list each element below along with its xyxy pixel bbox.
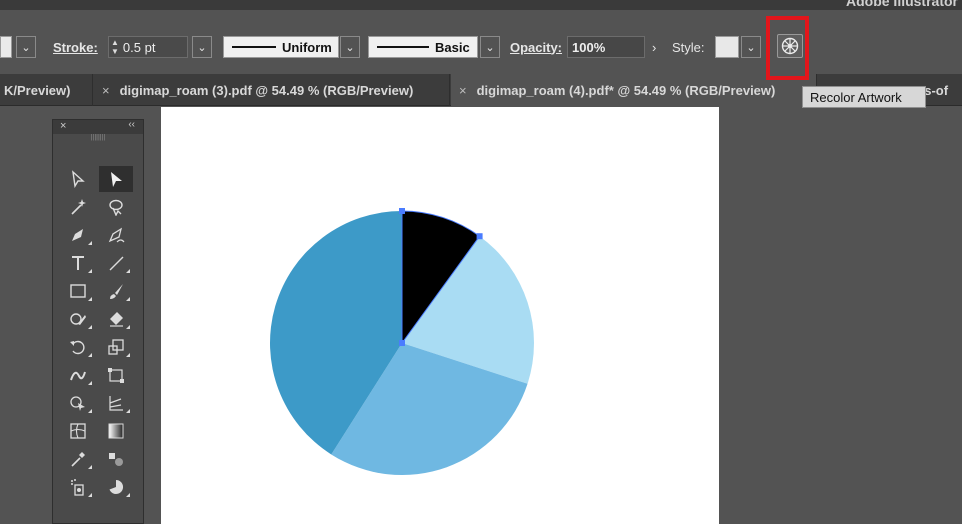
rectangle-tool-icon[interactable] [61, 278, 95, 304]
eraser-icon[interactable] [99, 306, 133, 332]
close-tab-icon[interactable]: × [102, 83, 110, 98]
spinner-arrows-icon[interactable]: ▲ ▼ [111, 38, 119, 56]
shaper-tool-icon[interactable] [61, 306, 95, 332]
scale-tool-icon[interactable] [99, 334, 133, 360]
type-tool-icon[interactable] [61, 250, 95, 276]
profile-line-preview [232, 46, 276, 48]
opacity-label[interactable]: Opacity: [510, 36, 562, 58]
gradient-tool-icon[interactable] [99, 418, 133, 444]
close-panel-icon[interactable]: × [60, 120, 66, 132]
anchor-point-handle[interactable] [399, 340, 405, 346]
app-title: Adobe Illustrator [845, 0, 958, 9]
collapse-panel-icon[interactable]: ‹‹ [128, 119, 135, 130]
profile-dropdown-button[interactable]: ⌄ [340, 36, 360, 58]
fill-dropdown-button[interactable]: ⌄ [16, 36, 36, 58]
chevron-down-icon: ⌄ [746, 41, 756, 54]
eyedropper-icon[interactable] [61, 446, 95, 472]
stroke-weight-value: 0.5 pt [122, 39, 156, 55]
fill-swatch[interactable] [0, 36, 12, 58]
tools-panel: × ‹‹ |||||||| [52, 119, 144, 524]
illustrator-window: Adobe Illustrator ⌄ Stroke: ▲ ▼ 0.5 pt ⌄ … [0, 0, 962, 524]
title-bar: Adobe Illustrator [0, 0, 962, 10]
symbol-sprayer-icon[interactable] [61, 474, 95, 500]
graphic-style-swatch[interactable] [715, 36, 739, 58]
curvature-tool-icon[interactable] [99, 222, 133, 248]
lasso-icon[interactable] [99, 194, 133, 220]
variable-width-profile-select[interactable]: Uniform [223, 36, 339, 58]
chevron-down-icon: ⌄ [485, 41, 495, 54]
magic-wand-icon[interactable] [61, 194, 95, 220]
tab-digimap-roam-3[interactable]: × digimap_roam (3).pdf @ 54.49 % (RGB/Pr… [94, 74, 450, 106]
tab-previous-document[interactable]: K/Preview) [0, 74, 93, 106]
tab-digimap-roam-4[interactable]: × digimap_roam (4).pdf* @ 54.49 % (RGB/P… [451, 74, 817, 106]
stroke-weight-dropdown[interactable]: ⌄ [192, 36, 212, 58]
style-dropdown-button[interactable]: ⌄ [741, 36, 761, 58]
recolor-artwork-tooltip: Recolor Artwork [802, 86, 926, 108]
control-bar: ⌄ Stroke: ▲ ▼ 0.5 pt ⌄ Uniform ⌄ Basic ⌄ … [0, 10, 962, 74]
style-label: Style: [672, 39, 705, 55]
panel-grip[interactable]: |||||||| [53, 134, 143, 146]
direct-selection-tool-icon[interactable] [99, 166, 133, 192]
close-tab-icon[interactable]: × [459, 83, 467, 98]
chevron-down-icon: ⌄ [21, 41, 31, 54]
pen-tool-icon[interactable] [61, 222, 95, 248]
opacity-expand-icon[interactable]: › [652, 36, 656, 58]
opacity-field[interactable]: 100% [567, 36, 645, 58]
selection-tool-icon[interactable] [61, 166, 95, 192]
chevron-down-icon: ⌄ [345, 41, 355, 54]
pie-chart-artwork[interactable] [256, 197, 546, 487]
width-tool-icon[interactable] [61, 362, 95, 388]
mesh-tool-icon[interactable] [61, 418, 95, 444]
brush-definition-select[interactable]: Basic [368, 36, 478, 58]
stroke-weight-field[interactable]: ▲ ▼ 0.5 pt [108, 36, 188, 58]
line-tool-icon[interactable] [99, 250, 133, 276]
tools-panel-header[interactable]: × ‹‹ [53, 119, 143, 134]
graph-tool-icon[interactable] [99, 474, 133, 500]
brush-line-preview [377, 46, 429, 48]
paintbrush-icon[interactable] [99, 278, 133, 304]
stroke-label[interactable]: Stroke: [53, 36, 98, 58]
highlight-annotation [766, 16, 809, 80]
free-transform-icon[interactable] [99, 362, 133, 388]
rotate-tool-icon[interactable] [61, 334, 95, 360]
perspective-grid-icon[interactable] [99, 390, 133, 416]
brush-dropdown-button[interactable]: ⌄ [480, 36, 500, 58]
blend-tool-icon[interactable] [99, 446, 133, 472]
shape-builder-icon[interactable] [61, 390, 95, 416]
anchor-point-handle[interactable] [399, 208, 405, 214]
anchor-point-handle[interactable] [476, 233, 483, 240]
chevron-down-icon: ⌄ [197, 41, 207, 54]
